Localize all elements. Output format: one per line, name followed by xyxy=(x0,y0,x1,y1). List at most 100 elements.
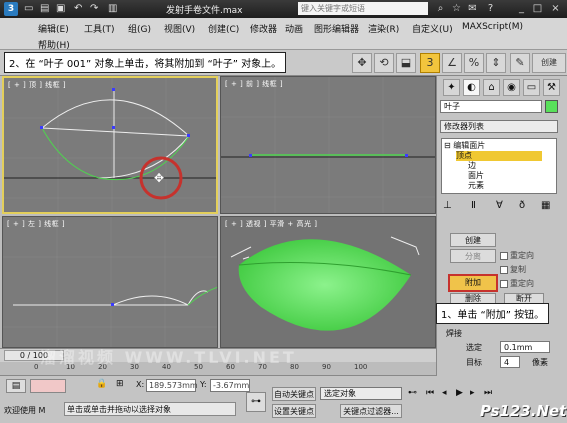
weld-pixels-label: 像素 xyxy=(532,358,548,367)
object-name-field[interactable]: 叶子 xyxy=(440,100,542,113)
minimize-icon[interactable]: _ xyxy=(515,2,528,15)
menu-graph-editors[interactable]: 图形编辑器 xyxy=(314,22,359,35)
maxscript-mini-field[interactable] xyxy=(30,379,66,393)
vertex-handle xyxy=(40,126,43,129)
search-icon[interactable]: ⌕ xyxy=(434,2,447,15)
maxscript-listener-icon[interactable]: ▤ xyxy=(6,379,26,393)
track-tick: 0 xyxy=(34,363,39,371)
subscription-icon[interactable]: ☆ xyxy=(450,2,463,15)
lock-selection-icon[interactable]: 🔒 xyxy=(96,379,107,389)
modifier-list-dropdown[interactable]: 修改器列表 xyxy=(440,120,558,133)
next-frame-icon[interactable]: ▸ xyxy=(470,388,475,398)
viewport-top[interactable]: [ + ] 顶 ] 线框 ] ✥ xyxy=(2,76,218,214)
menu-tools[interactable]: 工具(T) xyxy=(84,22,115,35)
auto-key-button[interactable]: 自动关键点 xyxy=(272,387,316,401)
set-key-icon[interactable]: ⊶ xyxy=(246,392,266,412)
viewport-perspective[interactable]: [ + ] 透视 ] 平滑 + 高光 ] xyxy=(220,216,436,348)
prompt-line: 单击或单击并拖动以选择对象 xyxy=(64,402,236,416)
object-color-swatch[interactable] xyxy=(545,100,558,113)
title-bar: 3 ▭ ▤ ▣ ↶ ↷ ▥ 发射手卷文件.max 键入关键字或短语 ⌕ ☆ ✉ … xyxy=(0,0,567,18)
motion-tab-icon[interactable]: ◉ xyxy=(503,79,520,96)
save-file-icon[interactable]: ▣ xyxy=(56,3,65,14)
configure-sets-icon[interactable]: ▦ xyxy=(541,200,550,211)
pin-stack-icon[interactable]: ⊥ xyxy=(443,200,452,211)
viewport-left[interactable]: [ + ] 左 ] 线框 ] xyxy=(2,216,218,348)
menu-modifiers[interactable]: 修改器 xyxy=(250,22,277,35)
display-tab-icon[interactable]: ▭ xyxy=(523,79,540,96)
stack-item-edge[interactable]: 边 xyxy=(468,161,476,171)
new-file-icon[interactable]: ▭ xyxy=(24,3,33,14)
create-selection-field[interactable]: 创建 xyxy=(532,53,566,73)
open-file-icon[interactable]: ▤ xyxy=(40,3,49,14)
viewport-front[interactable]: [ + ] 前 ] 线框 ] xyxy=(220,76,436,214)
weld-threshold-field[interactable]: 0.1mm xyxy=(500,341,550,353)
project-folder-icon[interactable]: ▥ xyxy=(108,3,117,14)
reorient-checkbox[interactable]: 重定向 xyxy=(500,250,534,261)
x-coord-field[interactable]: 189.573mm xyxy=(146,379,198,392)
viewport-left-grid xyxy=(3,217,217,347)
menu-create[interactable]: 创建(C) xyxy=(208,22,239,35)
create-tab-icon[interactable]: ✦ xyxy=(443,79,460,96)
undo-icon[interactable]: ↶ xyxy=(74,3,82,14)
reorient-attach-checkbox[interactable]: 重定向 xyxy=(500,278,534,289)
selection-set-dropdown[interactable]: 选定对象 xyxy=(320,387,402,400)
hierarchy-tab-icon[interactable]: ⌂ xyxy=(483,79,500,96)
stack-item-edit-patch[interactable]: ⊟ 编辑面片 xyxy=(444,141,485,151)
viewport-left-canvas xyxy=(3,217,217,347)
stack-item-element[interactable]: 元素 xyxy=(468,181,484,191)
goto-end-icon[interactable]: ⏭ xyxy=(484,388,492,398)
weld-target-label: 目标 xyxy=(466,358,482,367)
make-unique-icon[interactable]: ∀ xyxy=(496,200,503,211)
attach-button[interactable]: 附加 xyxy=(448,274,498,292)
communication-icon[interactable]: ✉ xyxy=(466,2,479,15)
copy-checkbox[interactable]: 复制 xyxy=(500,264,526,275)
window-title: 发射手卷文件.max xyxy=(166,6,243,16)
maximize-icon[interactable]: □ xyxy=(531,2,544,15)
stack-item-vertex[interactable]: 顶点 xyxy=(456,151,542,161)
menu-rendering[interactable]: 渲染(R) xyxy=(368,22,399,35)
menu-views[interactable]: 视图(V) xyxy=(164,22,195,35)
goto-start-icon[interactable]: ⏮ xyxy=(426,388,434,398)
utilities-tab-icon[interactable]: ⚒ xyxy=(543,79,560,96)
rotate-icon[interactable]: ⟲ xyxy=(374,53,394,73)
prev-frame-icon[interactable]: ◂ xyxy=(442,388,447,398)
search-input[interactable]: 键入关键字或短语 xyxy=(298,2,428,15)
vertex-handle xyxy=(405,154,408,157)
track-tick: 90 xyxy=(322,363,331,371)
stack-item-patch[interactable]: 面片 xyxy=(468,171,484,181)
prompt-text: 单击或单击并拖动以选择对象 xyxy=(67,405,171,414)
menu-edit[interactable]: 编辑(E) xyxy=(38,22,69,35)
weld-target-pixels-field[interactable]: 4 xyxy=(500,356,520,368)
app-logo-icon[interactable]: 3 xyxy=(4,2,18,16)
menu-group[interactable]: 组(G) xyxy=(128,22,151,35)
instruction-step-1: 1、单击 “附加” 按钮。 xyxy=(436,303,550,324)
close-icon[interactable]: × xyxy=(549,2,562,15)
redo-icon[interactable]: ↷ xyxy=(90,3,98,14)
key-mode-icon[interactable]: ⊷ xyxy=(408,388,417,398)
help-icon[interactable]: ? xyxy=(484,2,497,15)
show-end-result-icon[interactable]: Ⅱ xyxy=(471,200,476,211)
leaf-curve-left xyxy=(112,295,189,306)
modify-tab-icon[interactable]: ◐ xyxy=(463,79,480,96)
set-key-button[interactable]: 设置关键点 xyxy=(272,404,316,418)
viewport-front-grid xyxy=(221,77,435,213)
key-filters-button[interactable]: 关键点过滤器... xyxy=(340,404,402,418)
percent-snap-icon[interactable]: % xyxy=(464,53,484,73)
remove-modifier-icon[interactable]: ð xyxy=(519,200,525,211)
named-selection-icon[interactable]: ✎ xyxy=(510,53,530,73)
detach-button[interactable]: 分离 xyxy=(450,249,496,263)
scale-icon[interactable]: ⬓ xyxy=(396,53,416,73)
play-icon[interactable]: ▶ xyxy=(456,388,463,398)
menu-maxscript[interactable]: MAXScript(M) xyxy=(462,22,523,32)
spinner-snap-icon[interactable]: ⇕ xyxy=(486,53,506,73)
snap-toggle-icon[interactable]: 3 xyxy=(420,53,440,73)
menu-animation[interactable]: 动画 xyxy=(285,22,303,35)
create-button[interactable]: 创建 xyxy=(450,233,496,247)
y-coord-field[interactable]: -3.67mm xyxy=(210,379,250,392)
menu-customize[interactable]: 自定义(U) xyxy=(412,22,453,35)
select-move-icon[interactable]: ✥ xyxy=(352,53,372,73)
watermark-text: 溜溜视频 WWW.TLVI.NET xyxy=(40,348,297,367)
transform-mode-icon[interactable]: ⊞ xyxy=(116,379,124,389)
x-coord-label: X: xyxy=(136,380,145,389)
angle-snap-icon[interactable]: ∠ xyxy=(442,53,462,73)
